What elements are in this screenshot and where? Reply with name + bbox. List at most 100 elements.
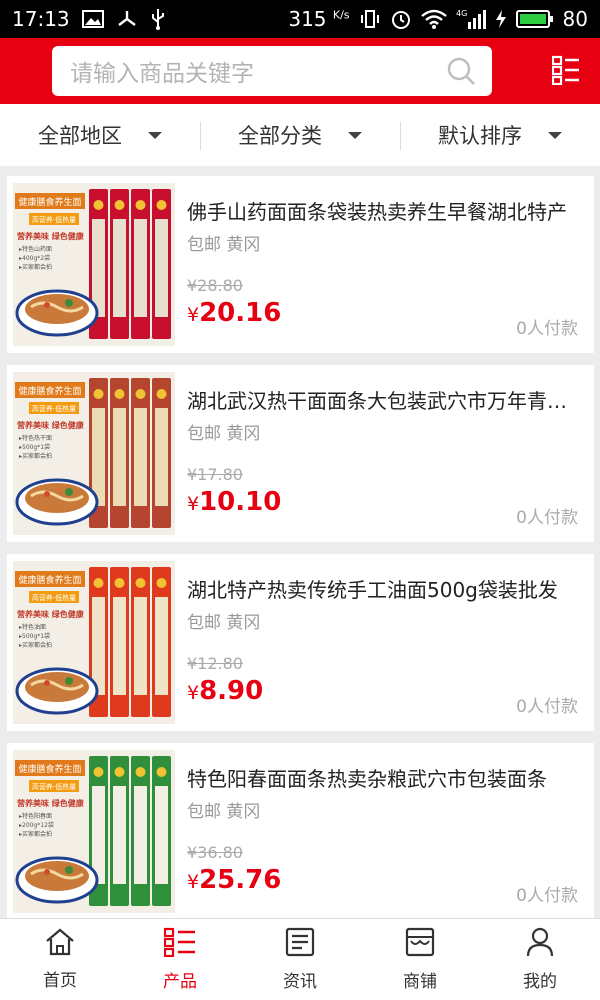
noodle-window xyxy=(134,786,147,884)
banner-title: 健康膳食养生面 xyxy=(18,385,81,397)
filter-sort[interactable]: 默认排序 xyxy=(400,104,600,166)
buyer-count: 0人付款 xyxy=(516,697,578,717)
search-bar[interactable]: 请输入商品关键字 xyxy=(52,46,492,96)
product-card[interactable]: 健康膳食养生面 高营养·低热量 营养美味 绿色健康 ▸特色油面 ▸500g*1袋 ▸买家都… xyxy=(7,554,594,731)
sale-price: ¥8.90 xyxy=(187,676,264,706)
banner-slogan: 营养美味 绿色健康 xyxy=(17,231,85,241)
filter-region[interactable]: 全部地区 xyxy=(0,104,200,166)
alarm-icon xyxy=(390,8,412,30)
tab-store[interactable]: 商铺 xyxy=(360,919,480,1000)
svg-text:4G: 4G xyxy=(456,9,467,18)
banner-item: ▸500g*1袋 xyxy=(19,443,50,451)
pack-logo xyxy=(114,767,125,777)
pack-logo xyxy=(156,767,167,777)
garnish xyxy=(44,302,50,308)
pack-logo xyxy=(156,200,167,210)
pack-logo xyxy=(156,389,167,399)
tab-news[interactable]: 资讯 xyxy=(240,919,360,1000)
product-photo: 健康膳食养生面高营养·低热量营养美味 绿色健康 ▸特色山药面▸400g*2袋▸买家… xyxy=(13,183,175,346)
banner-slogan: 营养美味 绿色健康 xyxy=(17,798,85,808)
product-meta: 包邮 黄冈 xyxy=(187,235,261,255)
category-menu-icon[interactable] xyxy=(551,55,580,89)
product-card[interactable]: 健康膳食养生面高营养·低热量 营养美味 绿色健康 ▸特色山药面 ▸400g*2袋 ▸买家… xyxy=(7,176,594,353)
pack-logo xyxy=(93,389,104,399)
product-image[interactable]: 健康膳食养生面 高营养·低热量 营养美味 绿色健康 ▸特色阳春面 ▸200g*12袋 ▸买… xyxy=(13,750,175,913)
garnish xyxy=(44,491,50,497)
pack-logo xyxy=(114,578,125,588)
noodle-window xyxy=(155,219,168,317)
vibrate-icon xyxy=(359,9,381,29)
noodle-window xyxy=(113,597,126,695)
product-meta: 包邮 黄冈 xyxy=(187,613,261,633)
banner-title: 健康膳食养生面 xyxy=(18,196,81,208)
banner-sub: 高营养·低热量 xyxy=(32,593,76,602)
filter-category[interactable]: 全部分类 xyxy=(200,104,400,166)
filter-label: 全部地区 xyxy=(38,124,122,148)
product-meta: 包邮 黄冈 xyxy=(187,802,261,822)
product-card[interactable]: 健康膳食养生面高营养·低热量 营养美味 绿色健康 ▸特色热干面 ▸500g*1袋 ▸买家… xyxy=(7,365,594,542)
share-icon xyxy=(116,9,138,29)
banner-item: ▸买家都会拍 xyxy=(19,452,52,460)
tab-home[interactable]: 首页 xyxy=(0,919,120,1000)
pack-logo xyxy=(93,767,104,777)
tab-me[interactable]: 我的 xyxy=(480,919,600,1000)
product-title[interactable]: 湖北特产热卖传统手工油面500g袋装批发 xyxy=(187,574,582,603)
banner-item: ▸买家都会拍 xyxy=(19,641,52,649)
noodle-window xyxy=(113,786,126,884)
product-card[interactable]: 健康膳食养生面 高营养·低热量 营养美味 绿色健康 ▸特色阳春面 ▸200g*12袋 ▸买… xyxy=(7,743,594,920)
buyer-count: 0人付款 xyxy=(516,886,578,906)
banner-slogan: 营养美味 绿色健康 xyxy=(17,609,85,619)
pack-logo xyxy=(114,200,125,210)
banner-sub: 高营养·低热量 xyxy=(32,404,76,413)
garnish xyxy=(65,866,73,874)
garnish xyxy=(44,869,50,875)
banner-item: ▸特色阳春面 xyxy=(19,812,52,820)
banner-item: ▸400g*2袋 xyxy=(19,254,50,262)
battery-icon xyxy=(515,9,554,29)
sale-price: ¥25.76 xyxy=(187,865,282,895)
product-image[interactable]: 健康膳食养生面高营养·低热量 营养美味 绿色健康 ▸特色山药面 ▸400g*2袋 ▸买家… xyxy=(13,183,175,346)
banner-slogan: 营养美味 绿色健康 xyxy=(17,420,85,430)
banner-item: ▸特色山药面 xyxy=(19,245,52,253)
product-image[interactable]: 健康膳食养生面高营养·低热量 营养美味 绿色健康 ▸特色热干面 ▸500g*1袋 ▸买家… xyxy=(13,372,175,535)
app-header: 请输入商品关键字 xyxy=(0,38,600,104)
banner-sub: 高营养·低热量 xyxy=(32,215,76,224)
product-image[interactable]: 健康膳食养生面 高营养·低热量 营养美味 绿色健康 ▸特色油面 ▸500g*1袋 ▸买家都… xyxy=(13,561,175,724)
original-price: ¥12.80 xyxy=(187,654,243,673)
user-icon xyxy=(525,927,555,962)
product-title[interactable]: 特色阳春面面条热卖杂粮武穴市包装面条 xyxy=(187,763,582,792)
noodle-window xyxy=(113,219,126,317)
tab-label: 资讯 xyxy=(283,972,317,992)
sale-price: ¥20.16 xyxy=(187,298,282,328)
pack-logo xyxy=(114,389,125,399)
banner-sub: 高营养·低热量 xyxy=(32,782,76,791)
caret-down-icon xyxy=(148,131,162,139)
buyer-count: 0人付款 xyxy=(516,508,578,528)
banner-item: ▸买家都会拍 xyxy=(19,830,52,838)
banner-item: ▸买家都会拍 xyxy=(19,263,52,271)
search-input[interactable]: 请输入商品关键字 xyxy=(70,54,254,88)
status-bar: 17:13 315 K/s 4G 80 xyxy=(0,0,600,38)
banner-item: ▸500g*1袋 xyxy=(19,632,50,640)
product-list-icon xyxy=(163,927,196,962)
product-title[interactable]: 湖北武汉热干面面条大包装武穴市万年青食品 xyxy=(187,385,582,414)
banner-item: ▸特色热干面 xyxy=(19,434,52,442)
product-title[interactable]: 佛手山药面面条袋装热卖养生早餐湖北特产 xyxy=(187,196,582,225)
pack-logo xyxy=(135,200,146,210)
banner-item: ▸特色油面 xyxy=(19,623,46,631)
original-price: ¥36.80 xyxy=(187,843,243,862)
original-price: ¥17.80 xyxy=(187,465,243,484)
noodle-window xyxy=(134,219,147,317)
banner-item: ▸200g*12袋 xyxy=(19,821,54,829)
home-icon xyxy=(45,928,75,961)
search-icon[interactable] xyxy=(446,56,476,90)
noodle-window xyxy=(134,597,147,695)
pack-logo xyxy=(135,578,146,588)
product-meta: 包邮 黄冈 xyxy=(187,424,261,444)
original-price: ¥28.80 xyxy=(187,276,243,295)
pack-logo xyxy=(93,200,104,210)
tab-label: 产品 xyxy=(163,972,197,992)
buyer-count: 0人付款 xyxy=(516,319,578,339)
pack-logo xyxy=(156,578,167,588)
tab-products[interactable]: 产品 xyxy=(120,919,240,1000)
